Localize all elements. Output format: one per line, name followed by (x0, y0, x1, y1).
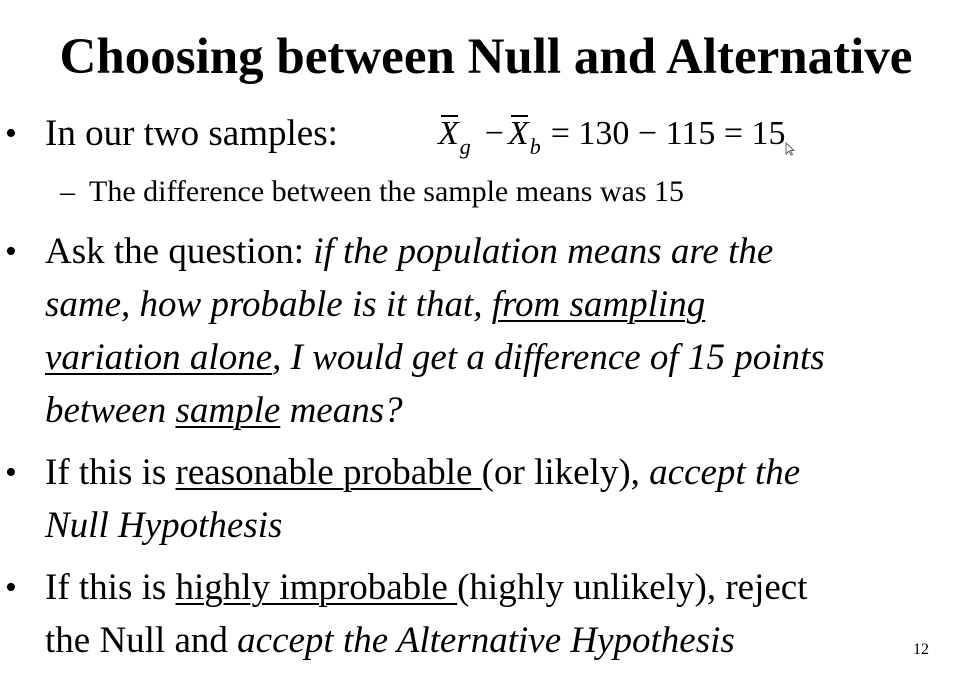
bullet-2-line-4: between sample means? (45, 390, 403, 431)
sample-mean-b: X (507, 115, 529, 152)
bullet-marker: • (5, 233, 17, 270)
mouse-cursor-icon (785, 142, 795, 156)
bullet-4-line-2: the Null and accept the Alternative Hypo… (45, 620, 735, 661)
bullet-marker: • (5, 115, 17, 152)
minus-operator: − (484, 115, 504, 152)
bullet-2-line-2: same, how probable is it that, from samp… (45, 284, 706, 325)
bullet-marker: • (5, 454, 17, 491)
bullet-3-line-1: If this is reasonable probable (or likel… (45, 452, 801, 493)
subscript-g: g (459, 134, 471, 159)
sample-mean-g: X (438, 115, 459, 152)
bullet-1-text: In our two samples: (45, 113, 338, 154)
page-number: 12 (913, 641, 929, 658)
sub-bullet-marker: – (60, 175, 75, 208)
bullet-2-line-3: variation alone, I would get a differenc… (45, 337, 825, 378)
bullet-3-line-2: Null Hypothesis (45, 505, 283, 546)
slide-title: Choosing between Null and Alternative (59, 29, 913, 85)
formula-result: = 130 − 115 = 15 (550, 115, 786, 152)
mean-difference-formula: Xg − Xb = 130 − 115 = 15 (438, 110, 786, 161)
bullet-1-subpoint: The difference between the sample means … (89, 175, 685, 208)
subscript-b: b (529, 134, 541, 159)
bullet-2-line-1: Ask the question: if the population mean… (45, 231, 774, 272)
bullet-marker: • (5, 569, 17, 606)
bullet-4-line-1: If this is highly improbable (highly unl… (45, 567, 808, 608)
